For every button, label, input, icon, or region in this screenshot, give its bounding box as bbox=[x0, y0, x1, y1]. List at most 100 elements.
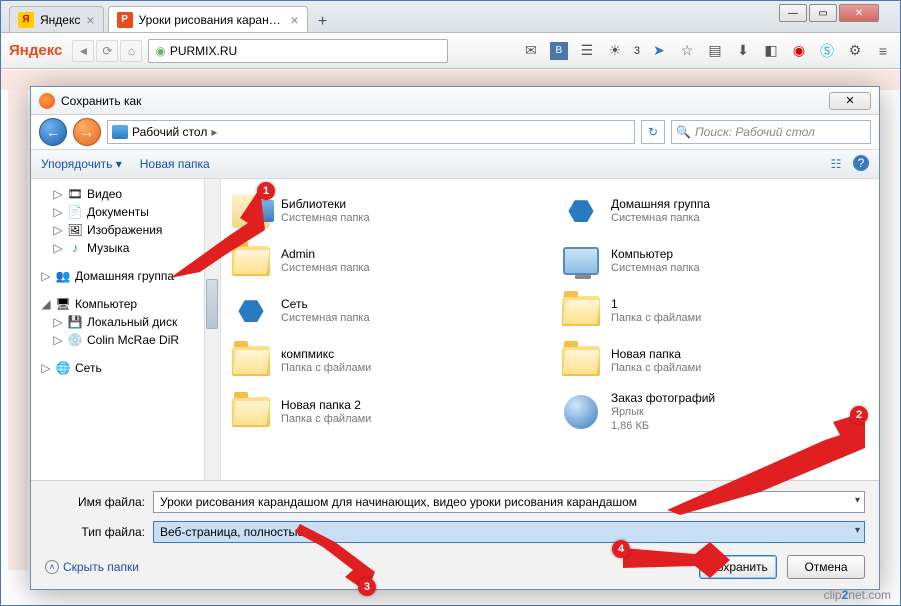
tab-title: Уроки рисования каранда... bbox=[139, 13, 285, 27]
maximize-button[interactable]: ▭ bbox=[809, 4, 837, 22]
weather-icon: ☀ bbox=[606, 42, 624, 60]
tab-purmix[interactable]: Р Уроки рисования каранда... × bbox=[108, 6, 308, 32]
file-name: компмикс bbox=[281, 347, 371, 362]
globe-icon: ◉ bbox=[155, 44, 165, 58]
tab-close-icon[interactable]: × bbox=[290, 12, 298, 28]
reload-icon[interactable]: ⟳ bbox=[96, 40, 118, 62]
page-bg-strip bbox=[8, 90, 28, 570]
file-name: Новая папка bbox=[611, 347, 701, 362]
menu-icon[interactable]: ≡ bbox=[874, 42, 892, 60]
file-item[interactable]: Новая папка 2Папка с файлами bbox=[225, 387, 545, 438]
tabs-bar: Я Яндекс × Р Уроки рисования каранда... … bbox=[1, 1, 900, 33]
filename-label: Имя файла: bbox=[45, 495, 145, 509]
folder-icon bbox=[559, 291, 603, 331]
tree-item-colin[interactable]: ▷💿Colin McRae DiR bbox=[35, 331, 216, 349]
desktop-icon bbox=[112, 125, 128, 139]
lib-icon bbox=[229, 191, 273, 231]
tree-item-music[interactable]: ▷♪Музыка bbox=[35, 239, 216, 257]
tool2-icon[interactable]: ⚙ bbox=[846, 42, 864, 60]
home-icon[interactable]: ⌂ bbox=[120, 40, 142, 62]
new-tab-button[interactable]: + bbox=[312, 12, 334, 32]
tool-icon[interactable]: ☰ bbox=[578, 42, 596, 60]
toolbar-icons: ✉ B ☰ ☀ 3 ➤ ☆ ▤ ⬇ ◧ ◉ Ⓢ ⚙ ≡ bbox=[522, 42, 892, 60]
scrollbar-thumb[interactable] bbox=[206, 279, 218, 329]
tree-item-network[interactable]: ▷🌐Сеть bbox=[35, 359, 216, 377]
dialog-close-button[interactable]: ✕ bbox=[829, 92, 871, 110]
comp-icon bbox=[559, 241, 603, 281]
tab-close-icon[interactable]: × bbox=[86, 12, 94, 28]
folder-icon bbox=[229, 392, 273, 432]
file-item[interactable]: Новая папкаПапка с файлами bbox=[555, 337, 875, 385]
tab-title: Яндекс bbox=[40, 13, 80, 27]
tree-item-documents[interactable]: ▷📄Документы bbox=[35, 203, 216, 221]
breadcrumb[interactable]: Рабочий стол ▸ bbox=[107, 120, 635, 144]
clipboard-icon[interactable]: ▤ bbox=[706, 42, 724, 60]
skype-icon[interactable]: Ⓢ bbox=[818, 42, 836, 60]
tree-item-images[interactable]: ▷🖼Изображения bbox=[35, 221, 216, 239]
file-item[interactable]: ⬣СетьСистемная папка bbox=[225, 287, 545, 335]
chevron-up-icon: ˄ bbox=[45, 560, 59, 574]
arrow-icon[interactable]: ➤ bbox=[650, 42, 668, 60]
url-input[interactable]: ◉ PURMIX.RU bbox=[148, 39, 448, 63]
purmix-favicon-icon: Р bbox=[117, 12, 133, 28]
dialog-toolbar: Упорядочить ▾ Новая папка ☷ ? bbox=[31, 149, 879, 179]
tree-item-computer[interactable]: ◢🖥Компьютер bbox=[35, 295, 216, 313]
folder-tree: ▷🎞Видео ▷📄Документы ▷🖼Изображения ▷♪Музы… bbox=[31, 179, 221, 480]
close-button[interactable]: ✕ bbox=[839, 4, 879, 22]
new-folder-button[interactable]: Новая папка bbox=[140, 157, 210, 171]
file-subtitle: Системная папка bbox=[281, 262, 370, 276]
file-item[interactable]: 1Папка с файлами bbox=[555, 287, 875, 335]
view-icon[interactable]: ☷ bbox=[827, 155, 845, 173]
file-subtitle: Папка с файлами bbox=[611, 362, 701, 376]
search-icon: 🔍 bbox=[676, 125, 691, 139]
folder-icon bbox=[229, 341, 273, 381]
vk-icon[interactable]: B bbox=[550, 42, 568, 60]
file-item[interactable]: Заказ фотографийЯрлык1,86 КБ bbox=[555, 387, 875, 438]
file-name: Компьютер bbox=[611, 247, 700, 262]
window-controls: — ▭ ✕ bbox=[779, 4, 879, 22]
star-icon[interactable]: ☆ bbox=[678, 42, 696, 60]
nav-back-button[interactable]: ← bbox=[39, 118, 67, 146]
file-subtitle: Папка с файлами bbox=[611, 312, 701, 326]
dialog-body: ▷🎞Видео ▷📄Документы ▷🖼Изображения ▷♪Музы… bbox=[31, 179, 879, 480]
save-button[interactable]: Сохранить bbox=[699, 555, 777, 579]
ext1-icon[interactable]: ◧ bbox=[762, 42, 780, 60]
file-item[interactable]: компмиксПапка с файлами bbox=[225, 337, 545, 385]
file-name: Новая папка 2 bbox=[281, 398, 371, 413]
yandex-logo: Яндекс bbox=[9, 42, 62, 59]
msg-icon[interactable]: ✉ bbox=[522, 42, 540, 60]
nav-buttons: ◄ ⟳ ⌂ bbox=[72, 40, 142, 62]
dialog-title: Сохранить как bbox=[61, 94, 141, 108]
download-icon[interactable]: ⬇ bbox=[734, 42, 752, 60]
globe-icon bbox=[559, 392, 603, 432]
tree-item-homegroup[interactable]: ▷👥Домашняя группа bbox=[35, 267, 216, 285]
file-item[interactable]: AdminСистемная папка bbox=[225, 237, 545, 285]
hide-folders-button[interactable]: ˄ Скрыть папки bbox=[45, 560, 139, 574]
refresh-button[interactable]: ↻ bbox=[641, 120, 665, 144]
tab-yandex[interactable]: Я Яндекс × bbox=[9, 6, 104, 32]
tree-item-localdisk[interactable]: ▷💾Локальный диск bbox=[35, 313, 216, 331]
back-icon[interactable]: ◄ bbox=[72, 40, 94, 62]
minimize-button[interactable]: — bbox=[779, 4, 807, 22]
file-subtitle: Системная папка bbox=[281, 312, 370, 326]
dialog-bottom: Имя файла: Уроки рисования карандашом дл… bbox=[31, 480, 879, 589]
file-item[interactable]: ⬣Домашняя группаСистемная папка bbox=[555, 187, 875, 235]
tree-item-video[interactable]: ▷🎞Видео bbox=[35, 185, 216, 203]
net-icon: ⬣ bbox=[559, 191, 603, 231]
file-item[interactable]: КомпьютерСистемная папка bbox=[555, 237, 875, 285]
nav-forward-button[interactable]: → bbox=[73, 118, 101, 146]
help-icon[interactable]: ? bbox=[853, 155, 869, 171]
ext2-icon[interactable]: ◉ bbox=[790, 42, 808, 60]
filename-input[interactable]: Уроки рисования карандашом для начинающи… bbox=[153, 491, 865, 513]
folder-icon bbox=[559, 341, 603, 381]
organize-menu[interactable]: Упорядочить ▾ bbox=[41, 157, 122, 171]
dialog-nav: ← → Рабочий стол ▸ ↻ 🔍 Поиск: Рабочий ст… bbox=[31, 115, 879, 149]
cancel-button[interactable]: Отмена bbox=[787, 555, 865, 579]
tree-scrollbar[interactable] bbox=[204, 179, 220, 480]
yandex-favicon-icon: Я bbox=[18, 12, 34, 28]
search-input[interactable]: 🔍 Поиск: Рабочий стол bbox=[671, 120, 871, 144]
dialog-titlebar: Сохранить как ✕ bbox=[31, 87, 879, 115]
file-item[interactable]: БиблиотекиСистемная папка bbox=[225, 187, 545, 235]
breadcrumb-text: Рабочий стол bbox=[132, 125, 207, 139]
filetype-select[interactable]: Веб-страница, полностью bbox=[153, 521, 865, 543]
